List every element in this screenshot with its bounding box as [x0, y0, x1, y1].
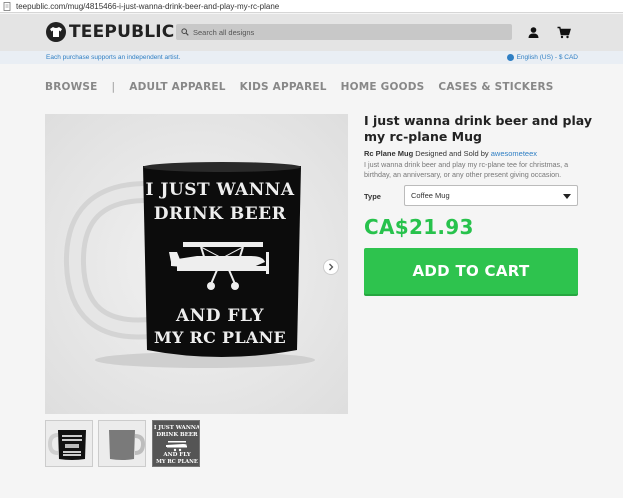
tshirt-logo-icon: [46, 22, 66, 42]
nav-kids-apparel[interactable]: KIDS APPAREL: [240, 81, 327, 93]
thumb-art-line3: AND FLY: [163, 452, 191, 458]
category-nav: BROWSE | ADULT APPAREL KIDS APPAREL HOME…: [45, 81, 568, 93]
thumbnail-design[interactable]: I JUST WANNA DRINK BEER AND FLY MY RC PL…: [152, 420, 200, 467]
mug-art-line3: AND FLY: [176, 306, 264, 326]
teepublic-logo[interactable]: TEEPUBLIC: [46, 22, 174, 42]
page-icon: [3, 1, 12, 11]
product-main-image[interactable]: I JUST WANNA DRINK BEER AND FLY MY RC PL…: [45, 114, 348, 414]
next-image-button[interactable]: [323, 259, 339, 275]
logo-text: TEEPUBLIC: [69, 22, 175, 42]
product-description: I just wanna drink beer and play my rc-p…: [364, 160, 569, 179]
url-text: teepublic.com/mug/4815466-i-just-wanna-d…: [16, 1, 280, 11]
thumb-art-line2: DRINK BEER: [156, 432, 198, 438]
mug-art-line4: MY RC PLANE: [153, 328, 287, 347]
nav-separator: |: [111, 81, 116, 93]
nav-browse[interactable]: BROWSE: [45, 81, 98, 93]
thumb-art-line1: I JUST WANNA: [153, 425, 200, 431]
chevron-right-icon: [329, 263, 334, 271]
add-to-cart-button[interactable]: ADD TO CART: [364, 248, 578, 294]
nav-adult-apparel[interactable]: ADULT APPAREL: [129, 81, 225, 93]
thumb-art-line4: MY RC PLANE: [156, 459, 198, 465]
info-strip: Each purchase supports an independent ar…: [0, 51, 623, 64]
thumbnail-front[interactable]: [45, 420, 93, 467]
search-icon: [181, 28, 189, 36]
search-bar[interactable]: [176, 24, 512, 40]
product-title: I just wanna drink beer and play my rc-p…: [364, 113, 592, 144]
chevron-down-icon: [563, 194, 571, 199]
locale-text: English (US) - $ CAD: [516, 54, 578, 61]
site-header: TEEPUBLIC: [0, 14, 623, 51]
mug-art-line2: DRINK BEER: [153, 204, 287, 224]
biplane-graphic: [167, 232, 277, 302]
designed-by-text: Designed and Sold by: [413, 149, 491, 158]
type-select[interactable]: Coffee Mug: [404, 185, 578, 206]
type-selected-value: Coffee Mug: [411, 191, 450, 200]
browser-url-bar[interactable]: teepublic.com/mug/4815466-i-just-wanna-d…: [0, 0, 623, 13]
product-name: Rc Plane Mug: [364, 149, 414, 158]
locale-selector[interactable]: English (US) - $ CAD: [506, 54, 578, 61]
product-price: CA$21.93: [364, 215, 474, 239]
nav-cases-stickers[interactable]: CASES & STICKERS: [438, 81, 553, 93]
search-input[interactable]: [193, 27, 493, 37]
globe-icon: [506, 54, 514, 61]
product-byline: Rc Plane Mug Designed and Sold by awesom…: [364, 149, 537, 158]
thumbnail-side[interactable]: [98, 420, 146, 467]
artist-support-text: Each purchase supports an independent ar…: [46, 54, 181, 61]
nav-home-goods[interactable]: HOME GOODS: [341, 81, 425, 93]
mug-art-line1: I JUST WANNA: [145, 180, 295, 200]
artist-link[interactable]: awesometeex: [491, 149, 537, 158]
cart-icon[interactable]: [557, 26, 571, 39]
account-icon[interactable]: [527, 26, 540, 39]
type-label: Type: [364, 192, 381, 201]
